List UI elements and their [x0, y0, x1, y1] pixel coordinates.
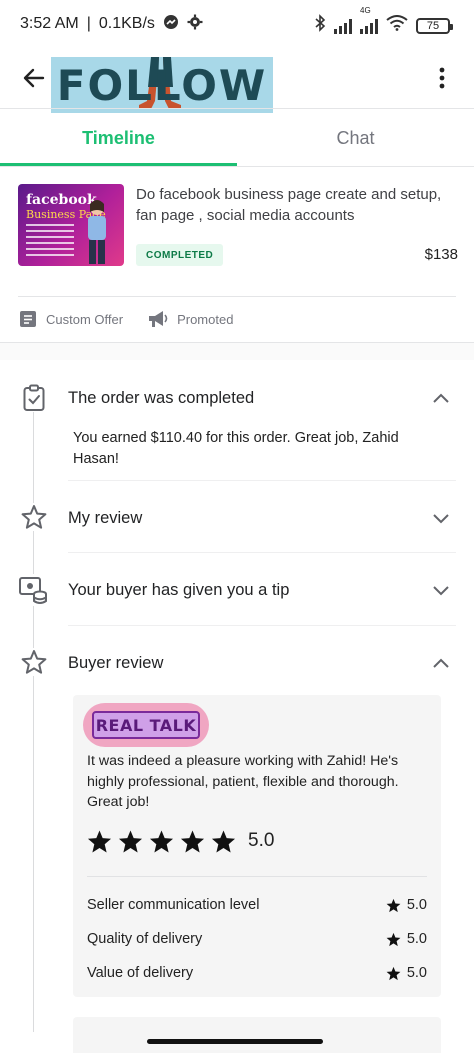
sub-rating-label: Quality of delivery — [87, 931, 203, 947]
order-card[interactable]: facebook Business Page Do facebook busin… — [18, 184, 458, 274]
order-price: $138 — [424, 246, 458, 263]
status-time: 3:52 AM — [20, 15, 79, 32]
star-filled-icon — [386, 966, 401, 980]
chevron-down-icon — [433, 586, 449, 596]
tab-chat[interactable]: Chat — [237, 110, 474, 166]
completed-title[interactable]: The order was completed — [68, 389, 254, 408]
my-review-title: My review — [68, 509, 143, 527]
clipboard-check-icon — [20, 384, 48, 412]
section-separator — [0, 342, 474, 360]
back-button[interactable] — [18, 62, 50, 94]
tab-bar: Timeline Chat — [0, 110, 474, 166]
battery-level: 75 — [426, 19, 440, 32]
timeline-separator — [68, 552, 456, 553]
status-right: 4G 75 — [314, 6, 453, 37]
sub-rating-value-of-delivery: Value of delivery 5.0 — [87, 961, 427, 985]
star-filled-icon — [87, 829, 112, 852]
buyer-review-card: REAL TALK It was indeed a pleasure worki… — [73, 695, 441, 997]
more-options-button[interactable] — [426, 62, 458, 94]
sub-rating-value: 5.0 — [386, 931, 427, 947]
chevron-up-icon — [433, 393, 449, 403]
buyer-review-title[interactable]: Buyer review — [68, 654, 163, 673]
logo-text: FOLLOW — [56, 60, 268, 110]
person-illustration — [88, 200, 106, 264]
completed-collapse-button[interactable] — [430, 387, 452, 409]
messenger-icon — [163, 14, 179, 35]
completed-message: You earned $110.40 for this order. Great… — [73, 430, 399, 467]
chevron-up-icon — [433, 658, 449, 668]
megaphone-icon — [149, 311, 168, 327]
buyer-review-collapse-button[interactable] — [430, 652, 452, 674]
timeline-separator — [68, 480, 456, 481]
overall-rating-value: 5.0 — [248, 830, 275, 851]
sub-rating-value: 5.0 — [386, 965, 427, 981]
star-filled-icon — [118, 829, 143, 852]
sub-rating-value: 5.0 — [386, 897, 427, 913]
gig-title: Do facebook business page create and set… — [136, 186, 442, 224]
tip-money-icon — [18, 574, 50, 606]
network-label: 4G — [360, 5, 371, 15]
star-filled-icon — [149, 829, 174, 852]
card-divider — [18, 296, 456, 297]
tip-title: Your buyer has given you a tip — [68, 581, 290, 599]
status-speed: 0.1KB/s — [98, 15, 155, 32]
star-filled-icon — [180, 829, 205, 852]
sub-rating-number: 5.0 — [406, 965, 427, 981]
custom-offer-icon — [20, 311, 36, 327]
sub-rating-communication: Seller communication level 5.0 — [87, 893, 427, 917]
status-bar: 3:52 AM | 0.1KB/s 4G 75 — [0, 0, 474, 48]
my-review-expand-button[interactable] — [430, 507, 452, 529]
review-text: It was indeed a pleasure working with Za… — [87, 753, 399, 810]
promoted-label: Promoted — [177, 311, 234, 327]
star-filled-icon — [386, 898, 401, 912]
star-outline-icon — [20, 648, 48, 676]
more-vertical-icon — [439, 67, 445, 89]
rating-divider — [87, 876, 427, 877]
thumbnail-lines — [26, 224, 74, 260]
sub-rating-number: 5.0 — [406, 897, 427, 913]
status-left: 3:52 AM | 0.1KB/s — [20, 14, 203, 35]
sub-rating-label: Value of delivery — [87, 965, 194, 981]
buyer-avatar[interactable]: REAL TALK — [83, 703, 209, 747]
custom-offer-label: Custom Offer — [46, 311, 124, 327]
status-badge: COMPLETED — [136, 244, 224, 266]
tabs-divider — [0, 166, 474, 167]
signal-icon — [334, 18, 352, 34]
custom-offer-tag: Custom Offer — [18, 309, 123, 329]
bluetooth-icon — [314, 14, 326, 37]
arrow-left-icon — [23, 68, 45, 88]
wifi-icon — [386, 15, 408, 36]
tab-timeline[interactable]: Timeline — [0, 110, 237, 166]
tip-expand-button[interactable] — [430, 579, 452, 601]
chevron-down-icon — [433, 514, 449, 524]
avatar-text: REAL TALK — [92, 711, 200, 739]
overall-rating: 5.0 — [87, 825, 274, 857]
star-outline-icon — [20, 503, 48, 531]
promoted-tag: Promoted — [147, 309, 233, 329]
next-card-partial — [73, 1017, 441, 1053]
sub-rating-label: Seller communication level — [87, 897, 260, 913]
order-meta-row: Custom Offer Promoted — [18, 306, 247, 332]
star-filled-icon — [211, 829, 236, 852]
follow-logo-overlay: FOLLOW — [51, 57, 273, 113]
signal-4g-icon: 4G — [360, 6, 378, 34]
battery-icon: 75 — [416, 17, 453, 34]
star-filled-icon — [386, 932, 401, 946]
home-indicator[interactable] — [147, 1039, 323, 1044]
sub-rating-quality: Quality of delivery 5.0 — [87, 927, 427, 951]
timeline-separator — [68, 625, 456, 626]
sub-rating-number: 5.0 — [406, 931, 427, 947]
gear-icon — [187, 14, 203, 35]
gig-thumbnail: facebook Business Page — [18, 184, 124, 266]
status-divider: | — [86, 15, 91, 32]
